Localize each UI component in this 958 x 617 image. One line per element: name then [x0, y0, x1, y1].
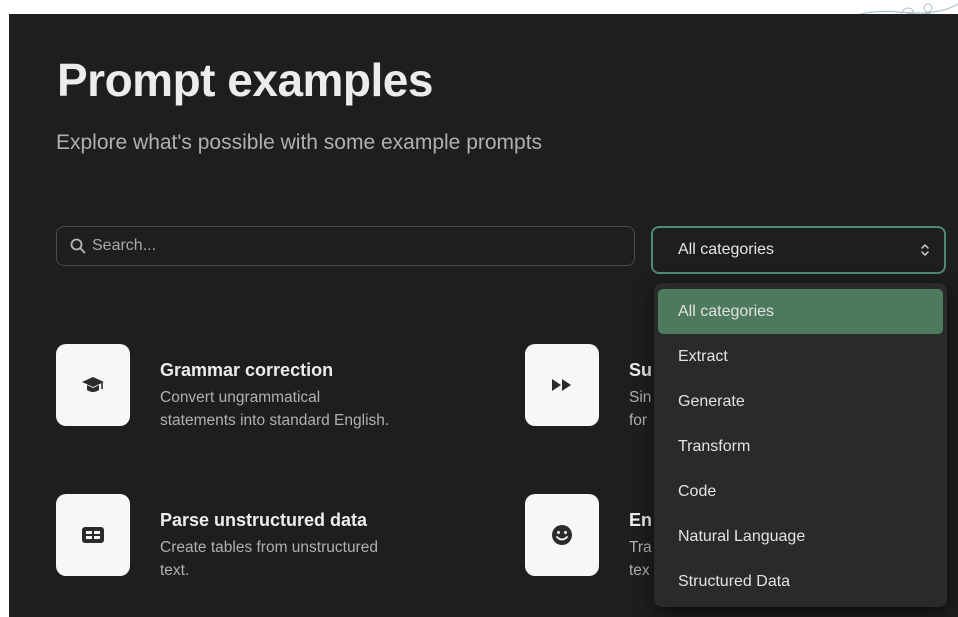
example-card-grammar-correction[interactable]: Grammar correction Convert ungrammatical… — [56, 344, 490, 432]
search-icon — [70, 238, 86, 254]
card-description-line: Create tables from unstructured — [160, 539, 378, 556]
category-option-transform[interactable]: Transform — [658, 424, 943, 469]
category-option-structured-data[interactable]: Structured Data — [658, 559, 943, 604]
search-box[interactable] — [56, 226, 635, 266]
card-description: Create tables from unstructured text. — [160, 536, 490, 582]
category-option-generate[interactable]: Generate — [658, 379, 943, 424]
search-input[interactable] — [92, 237, 612, 255]
card-title: Grammar correction — [160, 360, 334, 380]
updown-chevron-icon — [921, 244, 929, 256]
category-option-code[interactable]: Code — [658, 469, 943, 514]
left-border — [0, 0, 9, 617]
category-select-value: All categories — [678, 241, 775, 258]
card-description: Convert ungrammatical statements into st… — [160, 386, 490, 432]
card-description-line: Convert ungrammatical — [160, 389, 321, 406]
smiley-icon — [552, 525, 572, 545]
fast-forward-icon — [552, 379, 571, 391]
card-icon-tile — [525, 344, 599, 426]
category-select[interactable]: All categories — [651, 226, 946, 274]
table-icon — [82, 527, 104, 543]
category-dropdown-menu: All categories Extract Generate Transfor… — [654, 283, 947, 607]
example-card-parse-unstructured-data[interactable]: Parse unstructured data Create tables fr… — [56, 494, 490, 582]
category-option-extract[interactable]: Extract — [658, 334, 943, 379]
category-option-natural-language[interactable]: Natural Language — [658, 514, 943, 559]
page-title: Prompt examples — [57, 54, 433, 106]
card-description-line: text. — [160, 562, 190, 579]
card-icon-tile — [525, 494, 599, 576]
category-option-all-categories[interactable]: All categories — [658, 289, 943, 334]
card-icon-tile — [56, 494, 130, 576]
card-description-line: statements into standard English. — [160, 412, 390, 429]
page-subtitle: Explore what's possible with some exampl… — [56, 131, 543, 154]
prompt-examples-panel: Prompt examples Explore what's possible … — [9, 14, 958, 617]
card-icon-tile — [56, 344, 130, 426]
graduation-cap-icon — [82, 377, 104, 392]
card-title: Parse unstructured data — [160, 510, 368, 530]
